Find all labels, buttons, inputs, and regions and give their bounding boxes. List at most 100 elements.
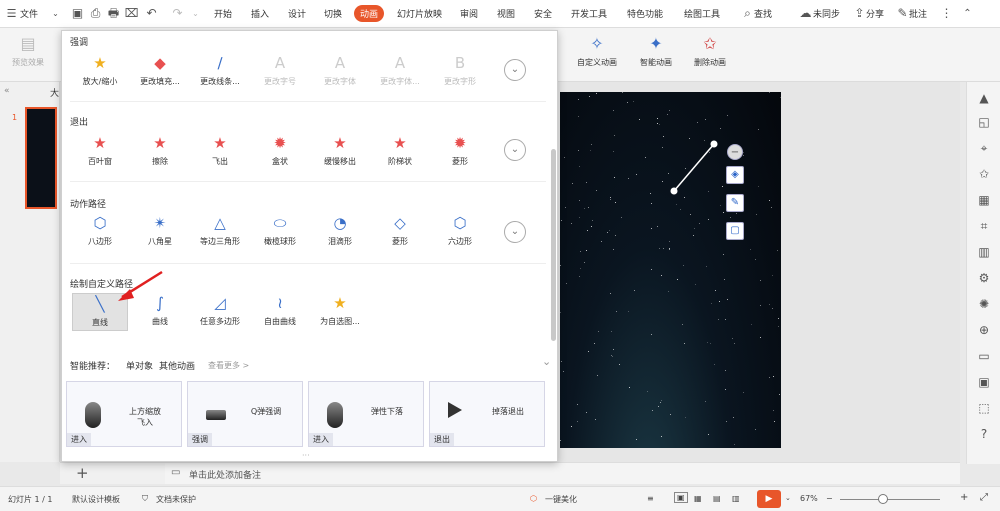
- collapse-icon[interactable]: «: [4, 86, 10, 96]
- tab-security[interactable]: 安全: [534, 7, 552, 20]
- motion-path[interactable]: [560, 92, 781, 448]
- pen-icon[interactable]: ✎: [726, 194, 744, 212]
- lock-icon[interactable]: ⊕: [976, 322, 992, 338]
- resize-handle[interactable]: ···: [302, 451, 310, 460]
- expand-exit-icon[interactable]: ⌄: [504, 139, 526, 161]
- chevron-down-icon[interactable]: ⌄: [785, 494, 791, 502]
- normal-view-icon[interactable]: ▣: [674, 492, 688, 503]
- print-icon[interactable]: 🖶: [106, 6, 121, 21]
- align-icon[interactable]: ≡: [647, 494, 654, 503]
- fit-icon[interactable]: ⤢: [980, 492, 988, 503]
- exit-item[interactable]: ★ 百叶窗: [72, 133, 128, 173]
- exit-item[interactable]: ★ 擦除: [132, 133, 188, 173]
- star-icon[interactable]: ✩: [976, 166, 992, 182]
- image-icon[interactable]: ▣: [976, 374, 992, 390]
- chevron-down-icon[interactable]: ⌄: [48, 6, 63, 21]
- smart-animation-card[interactable]: 弹性下落 进入: [308, 381, 424, 447]
- tab-insert[interactable]: 插入: [251, 7, 269, 20]
- path-start-handle[interactable]: [670, 187, 678, 195]
- frame-icon[interactable]: ▢: [726, 222, 744, 240]
- cloud-icon[interactable]: ☁: [798, 6, 813, 21]
- settings-icon[interactable]: ⚙: [976, 270, 992, 286]
- tab-review[interactable]: 审阅: [460, 7, 478, 20]
- shape-icon[interactable]: ◱: [976, 114, 992, 130]
- tab-drawing-tools[interactable]: 绘图工具: [684, 7, 720, 20]
- smart-animation-button[interactable]: ✦ 智能动画: [630, 32, 682, 78]
- magic-icon[interactable]: ✺: [976, 296, 992, 312]
- slide-thumbnail[interactable]: [25, 107, 57, 209]
- chart-icon[interactable]: ▥: [976, 244, 992, 260]
- smart-animation-card[interactable]: 上方缩放 飞入 进入: [66, 381, 182, 447]
- tab-animation[interactable]: 动画: [354, 5, 385, 22]
- tab-slideshow[interactable]: 幻灯片放映: [397, 7, 442, 20]
- smart-tab-other[interactable]: 其他动画: [159, 359, 195, 372]
- reading-view-icon[interactable]: ▤: [713, 494, 721, 503]
- play-button[interactable]: ▶: [757, 490, 781, 508]
- path-line[interactable]: [673, 143, 715, 192]
- delete-animation-button[interactable]: ✩ 删除动画: [688, 32, 732, 78]
- emphasis-item[interactable]: ◆ 更改填充...: [132, 53, 188, 93]
- chevron-up-icon[interactable]: ⌃: [960, 6, 975, 21]
- help-icon[interactable]: ?: [976, 426, 992, 442]
- crop-icon[interactable]: ⌗: [976, 218, 992, 234]
- emphasis-item[interactable]: A 更改字体...: [372, 53, 428, 93]
- print-preview-icon[interactable]: ⎙: [88, 6, 103, 21]
- emphasis-item[interactable]: A 更改字号: [252, 53, 308, 93]
- hamburger-icon[interactable]: ☰: [4, 6, 19, 21]
- view-more-link[interactable]: 查看更多 >: [208, 360, 249, 371]
- location-icon[interactable]: ⌖: [976, 140, 992, 156]
- search-button[interactable]: 查找: [754, 7, 772, 20]
- share-button[interactable]: 分享: [866, 7, 884, 20]
- sorter-view-icon[interactable]: ▦: [694, 494, 702, 503]
- tab-developer[interactable]: 开发工具: [571, 7, 607, 20]
- tab-transition[interactable]: 切换: [324, 7, 342, 20]
- add-slide-button[interactable]: +: [76, 464, 89, 482]
- path-item[interactable]: ✴ 八角星: [132, 213, 188, 253]
- exit-item[interactable]: ✹ 菱形: [432, 133, 488, 173]
- path-item[interactable]: ⬡ 六边形: [432, 213, 488, 253]
- custom-path-item[interactable]: ◿ 任意多边形: [192, 293, 248, 333]
- emphasis-item[interactable]: B 更改字形: [432, 53, 488, 93]
- path-item[interactable]: ⬡ 八边形: [72, 213, 128, 253]
- scroll-up-icon[interactable]: ▲: [976, 90, 992, 106]
- custom-path-item[interactable]: ★ 为自选图...: [312, 293, 368, 333]
- path-item[interactable]: △ 等边三角形: [192, 213, 248, 253]
- exit-item[interactable]: ★ 飞出: [192, 133, 248, 173]
- zoom-slider[interactable]: [840, 499, 940, 500]
- notes-pane[interactable]: ▭ 单击此处添加备注: [165, 462, 960, 484]
- exit-item[interactable]: ★ 阶梯状: [372, 133, 428, 173]
- zoom-in-icon[interactable]: +: [960, 492, 968, 503]
- chevron-down-icon[interactable]: ⌄: [542, 355, 551, 368]
- comment-icon[interactable]: ✎: [895, 6, 910, 21]
- preview-button[interactable]: ▤ 预览效果: [2, 32, 54, 78]
- zoom-slider-thumb[interactable]: [878, 494, 888, 504]
- redo-icon[interactable]: ↷: [170, 6, 185, 21]
- chevron-down-icon[interactable]: ⌄: [188, 6, 203, 21]
- frame-icon[interactable]: ▭: [976, 348, 992, 364]
- file-menu[interactable]: 文件: [20, 7, 38, 20]
- save-icon[interactable]: ▣: [70, 6, 85, 21]
- undo-icon[interactable]: ↶: [144, 6, 159, 21]
- smart-animation-card[interactable]: 掉落退出 退出: [429, 381, 545, 447]
- tab-design[interactable]: 设计: [288, 7, 306, 20]
- emphasis-item[interactable]: A 更改字体: [312, 53, 368, 93]
- expand-path-icon[interactable]: ⌄: [504, 221, 526, 243]
- expand-emphasis-icon[interactable]: ⌄: [504, 59, 526, 81]
- path-end-handle[interactable]: [710, 140, 718, 148]
- emphasis-item[interactable]: ∕ 更改线条...: [192, 53, 248, 93]
- box-icon[interactable]: ⬚: [976, 400, 992, 416]
- search-icon[interactable]: ⌕: [740, 6, 755, 21]
- custom-animation-button[interactable]: ✧ 自定义动画: [571, 32, 623, 78]
- smart-tab-single[interactable]: 单对象: [126, 359, 153, 372]
- exit-item[interactable]: ★ 缓慢移出: [312, 133, 368, 173]
- sync-status[interactable]: 未同步: [813, 7, 840, 20]
- protect-status[interactable]: 文档未保护: [156, 494, 196, 505]
- path-item[interactable]: ◔ 泪滴形: [312, 213, 368, 253]
- tab-view[interactable]: 视图: [497, 7, 515, 20]
- format-painter-icon[interactable]: ⌧: [124, 6, 139, 21]
- tab-start[interactable]: 开始: [214, 7, 232, 20]
- more-icon[interactable]: ⋮: [939, 6, 954, 21]
- slide-canvas[interactable]: [560, 92, 781, 448]
- path-item[interactable]: ⬭ 橄榄球形: [252, 213, 308, 253]
- panel-scrollbar[interactable]: [551, 149, 556, 341]
